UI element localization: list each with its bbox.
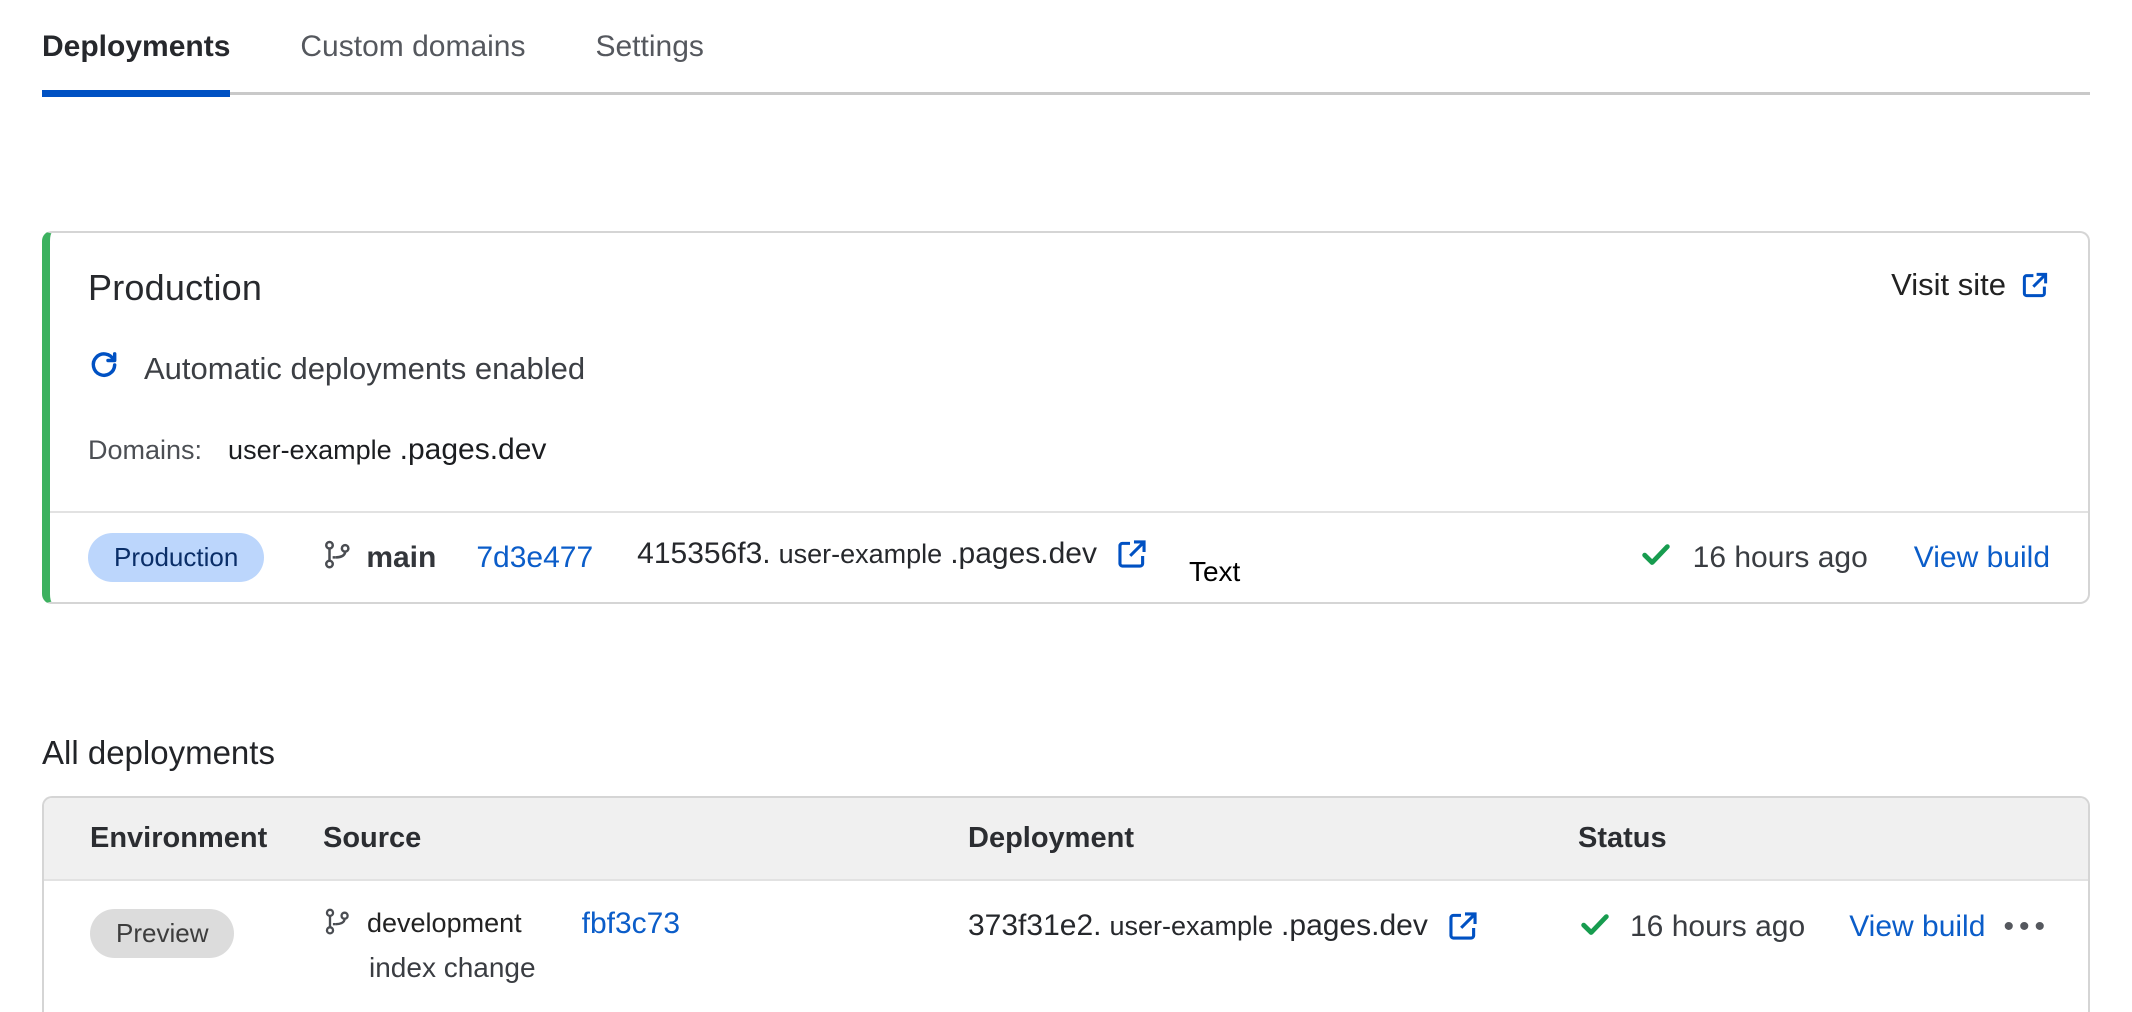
git-branch-icon — [322, 537, 352, 579]
deployments-page: Deployments Custom domains Settings Prod… — [0, 0, 2132, 1012]
production-card: Production Visit site — [42, 231, 2090, 604]
status-cell: 16 hours ago View build ••• — [1578, 905, 2088, 946]
domain-suffix: .pages.dev — [400, 433, 547, 467]
view-build-link[interactable]: View build — [1914, 541, 2050, 575]
auto-deploy-status: Automatic deployments enabled — [144, 351, 585, 387]
domain-value: user-example .pages.dev — [228, 433, 546, 467]
commit-message: index change — [369, 952, 968, 984]
table-row: Preview development — [44, 881, 2088, 1012]
deployment-time: 16 hours ago — [1693, 541, 1868, 575]
refresh-icon — [88, 349, 120, 389]
status-group: 16 hours ago View build — [1639, 537, 2050, 579]
commit-link[interactable]: fbf3c73 — [582, 907, 680, 941]
visit-site-label: Visit site — [1891, 267, 2006, 303]
branch-name: main — [366, 541, 436, 575]
check-icon — [1639, 537, 1673, 579]
tab-custom-domains[interactable]: Custom domains — [300, 0, 525, 92]
view-build-link[interactable]: View build — [1849, 910, 1985, 944]
deployment-url-suffix: .pages.dev — [950, 537, 1097, 571]
tab-settings[interactable]: Settings — [595, 0, 703, 92]
production-deployment-row: Production main 7d3e477 415356f3. — [50, 513, 2088, 602]
table-header-row: Environment Source Deployment Status — [44, 798, 2088, 881]
environment-badge-production: Production — [88, 533, 264, 582]
domain-name: user-example — [228, 435, 392, 466]
all-deployments-heading: All deployments — [42, 734, 2090, 772]
commit-link[interactable]: 7d3e477 — [476, 541, 593, 575]
deployment-url: 415356f3. user-example .pages.dev — [637, 537, 1149, 579]
external-link-icon — [2020, 270, 2050, 300]
source-cell: development fbf3c73 index change — [323, 905, 968, 984]
column-header-environment: Environment — [90, 798, 323, 879]
column-header-status: Status — [1578, 798, 2088, 879]
tab-bar: Deployments Custom domains Settings — [42, 0, 2090, 95]
deployment-url-suffix: .pages.dev — [1281, 909, 1428, 943]
deployment-url-prefix: 415356f3. — [637, 537, 770, 571]
visit-site-link[interactable]: Visit site — [1891, 267, 2050, 303]
deployment-url-prefix: 373f31e2. — [968, 909, 1101, 943]
deployment-url-name: user-example — [779, 539, 943, 570]
environment-badge-preview: Preview — [90, 909, 234, 958]
domains-label: Domains: — [88, 435, 202, 466]
production-card-title: Production — [88, 267, 262, 309]
external-link-icon[interactable] — [1115, 537, 1149, 579]
deployment-url-name: user-example — [1109, 911, 1273, 942]
column-header-source: Source — [323, 798, 968, 879]
row-menu-ellipsis-icon[interactable]: ••• — [2003, 910, 2050, 944]
deployment-time: 16 hours ago — [1630, 910, 1805, 944]
deployment-url: 373f31e2. user-example .pages.dev — [968, 905, 1578, 951]
check-icon — [1578, 907, 1612, 946]
column-header-deployment: Deployment — [968, 798, 1578, 879]
text-annotation: Text — [1189, 556, 1240, 588]
git-branch-icon — [323, 905, 351, 942]
tab-deployments[interactable]: Deployments — [42, 0, 230, 92]
branch-name: development — [367, 908, 522, 939]
branch-group: main — [322, 537, 436, 579]
deployments-table: Environment Source Deployment Status Pre… — [42, 796, 2090, 1012]
external-link-icon[interactable] — [1446, 909, 1480, 951]
